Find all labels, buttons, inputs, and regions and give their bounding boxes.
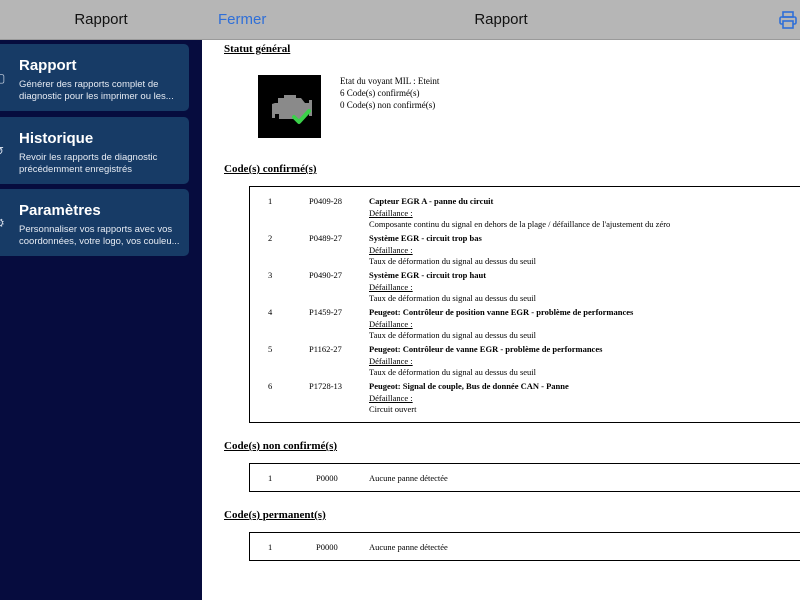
document-icon: ▢ bbox=[0, 72, 6, 84]
fault-code: P0000 bbox=[316, 542, 338, 552]
fault-text: Aucune panne détectée bbox=[369, 542, 448, 552]
row-number: 4 bbox=[268, 307, 273, 317]
fault-code: P1459-27 bbox=[309, 307, 343, 317]
history-icon: ↺ bbox=[0, 145, 6, 157]
fault-label: Défaillance : bbox=[369, 318, 413, 329]
row-number: 6 bbox=[268, 381, 273, 391]
fault-code: P1728-13 bbox=[309, 381, 343, 391]
section-title-unconfirmed: Code(s) non confirmé(s) bbox=[224, 440, 338, 452]
row-number: 1 bbox=[268, 473, 273, 483]
report-content: Statut général Etat du voyant MIL : Etei… bbox=[202, 40, 800, 600]
sidebar-item-historique[interactable]: ↺ Historique Revoir les rapports de diag… bbox=[0, 117, 189, 184]
row-number: 5 bbox=[268, 344, 273, 354]
table-row: 1 P0409-28 Capteur EGR A - panne du circ… bbox=[250, 196, 800, 233]
fault-label: Défaillance : bbox=[369, 207, 413, 218]
fault-label: Défaillance : bbox=[369, 355, 413, 366]
fault-detail: Composante continu du signal en dehors d… bbox=[369, 219, 671, 229]
fault-code: P0409-28 bbox=[309, 196, 343, 206]
sidebar-item-description: Générer des rapports complet de diagnost… bbox=[19, 79, 174, 102]
sidebar-item-label: Historique bbox=[19, 130, 94, 147]
sidebar: Rapport ▢ Rapport Générer des rapports c… bbox=[0, 0, 202, 600]
table-row: 5 P1162-27 Peugeot: Contrôleur de vanne … bbox=[250, 344, 800, 381]
printer-icon[interactable] bbox=[778, 10, 798, 30]
fault-code: P1162-27 bbox=[309, 344, 342, 354]
table-row: 1 P0000 Aucune panne détectée bbox=[250, 464, 800, 492]
fault-title: Système EGR - circuit trop bas bbox=[369, 233, 482, 243]
sidebar-item-parametres[interactable]: ⚙ Paramètres Personnaliser vos rapports … bbox=[0, 189, 189, 256]
fault-label: Défaillance : bbox=[369, 281, 413, 292]
sidebar-header: Rapport bbox=[0, 0, 202, 40]
fault-code: P0000 bbox=[316, 473, 338, 483]
section-title-confirmed: Code(s) confirmé(s) bbox=[224, 163, 317, 175]
general-status-lines: Etat du voyant MIL : Eteint 6 Code(s) co… bbox=[340, 75, 439, 111]
fault-detail: Taux de déformation du signal au dessus … bbox=[369, 367, 537, 377]
fault-detail: Taux de déformation du signal au dessus … bbox=[369, 293, 537, 303]
fault-detail: Taux de déformation du signal au dessus … bbox=[369, 256, 537, 266]
fault-text: Aucune panne détectée bbox=[369, 473, 448, 483]
table-row: 2 P0489-27 Système EGR - circuit trop ba… bbox=[250, 233, 800, 270]
sidebar-item-label: Rapport bbox=[19, 57, 77, 74]
row-number: 1 bbox=[268, 196, 273, 206]
sidebar-item-description: Personnaliser vos rapports avec vos coor… bbox=[19, 224, 180, 247]
settings-icon: ⚙ bbox=[0, 217, 6, 229]
fault-code: P0490-27 bbox=[309, 270, 343, 280]
table-row: 4 P1459-27 Peugeot: Contrôleur de positi… bbox=[250, 307, 800, 344]
fault-title: Peugeot: Contrôleur de position vanne EG… bbox=[369, 307, 634, 317]
sidebar-item-label: Paramètres bbox=[19, 202, 101, 219]
section-title-general-status: Statut général bbox=[224, 43, 291, 55]
sidebar-item-description: précédemment enregistrés bbox=[19, 164, 132, 175]
fault-detail: Taux de déformation du signal au dessus … bbox=[369, 330, 537, 340]
table-row: 1 P0000 Aucune panne détectée bbox=[250, 533, 800, 561]
row-number: 1 bbox=[268, 542, 273, 552]
fault-label: Défaillance : bbox=[369, 392, 413, 403]
permanent-codes-table: 1 P0000 Aucune panne détectée bbox=[249, 532, 800, 561]
confirmed-codes-table: 1 P0409-28 Capteur EGR A - panne du circ… bbox=[249, 186, 800, 423]
fault-title: Capteur EGR A - panne du circuit bbox=[369, 196, 494, 206]
confirmed-count: 6 Code(s) confirmé(s) bbox=[340, 88, 420, 98]
sidebar-item-description: Revoir les rapports de diagnostic bbox=[19, 152, 158, 163]
table-row: 3 P0490-27 Système EGR - circuit trop ha… bbox=[250, 270, 800, 307]
section-title-permanent: Code(s) permanent(s) bbox=[224, 509, 326, 521]
fault-detail: Circuit ouvert bbox=[369, 404, 417, 414]
row-number: 2 bbox=[268, 233, 273, 243]
fault-code: P0489-27 bbox=[309, 233, 343, 243]
unconfirmed-codes-table: 1 P0000 Aucune panne détectée bbox=[249, 463, 800, 492]
fault-label: Défaillance : bbox=[369, 244, 413, 255]
sidebar-item-rapport[interactable]: ▢ Rapport Générer des rapports complet d… bbox=[0, 44, 189, 111]
fault-title: Système EGR - circuit trop haut bbox=[369, 270, 487, 280]
fault-title: Peugeot: Signal de couple, Bus de donnée… bbox=[369, 381, 569, 391]
mil-status: Etat du voyant MIL : Eteint bbox=[340, 76, 440, 86]
table-row: 6 P1728-13 Peugeot: Signal de couple, Bu… bbox=[250, 381, 800, 418]
main-header: Fermer Rapport bbox=[202, 0, 800, 40]
unconfirmed-count: 0 Code(s) non confirmé(s) bbox=[340, 100, 436, 110]
page-title: Rapport bbox=[474, 11, 528, 28]
engine-check-icon bbox=[258, 75, 321, 138]
sidebar-title: Rapport bbox=[74, 11, 128, 28]
fault-title: Peugeot: Contrôleur de vanne EGR - probl… bbox=[369, 344, 603, 354]
row-number: 3 bbox=[268, 270, 273, 280]
